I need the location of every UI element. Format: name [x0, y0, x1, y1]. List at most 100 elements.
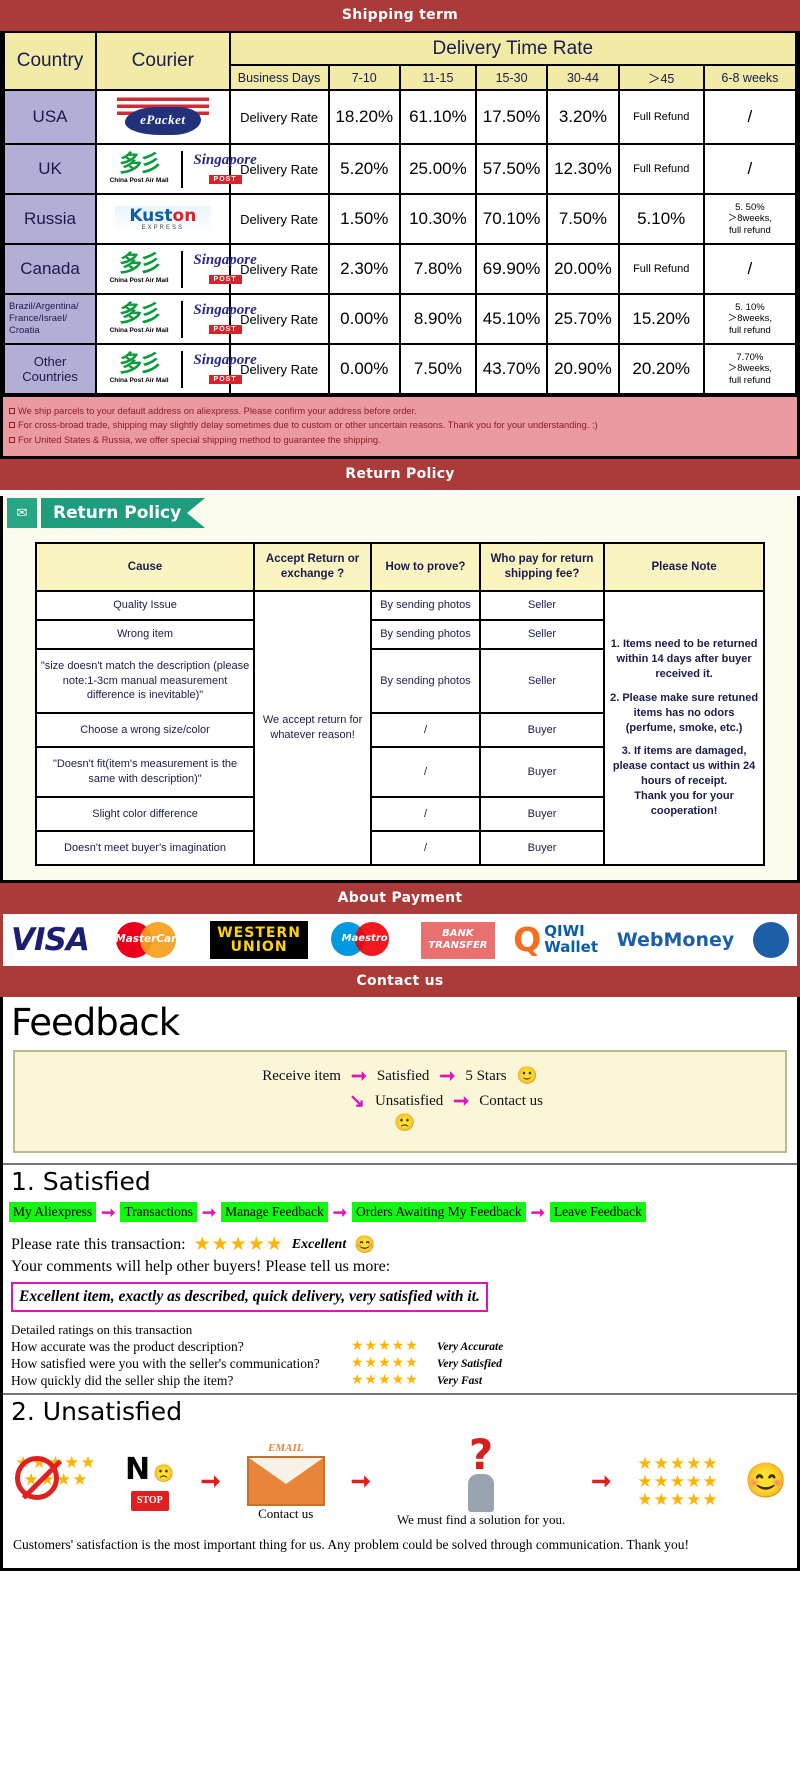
cell-value: 25.70%	[546, 293, 620, 345]
cell-value: 8.90%	[398, 293, 477, 345]
banner-shipping-term: Shipping term	[0, 0, 800, 31]
cell-value: Full Refund	[617, 243, 705, 295]
detail-question: How quickly did the seller ship the item…	[11, 1372, 234, 1388]
cell-value: 7.80%	[398, 243, 477, 295]
cell-who-pays: Seller	[479, 590, 605, 621]
subheader-over-45: ＞45	[617, 64, 705, 91]
shipping-table: Country Courier Delivery Time Rate Busin…	[2, 31, 798, 395]
star-rating-icon[interactable]: ★★★★★	[351, 1372, 437, 1389]
detail-question: How satisfied were you with the seller's…	[11, 1355, 320, 1371]
arrow-right-icon: ➞	[453, 1091, 470, 1112]
cell-value: 3.20%	[546, 89, 620, 145]
detailed-ratings-heading: Detailed ratings on this transaction	[11, 1322, 193, 1338]
subheader-business-days: Business Days	[228, 64, 330, 91]
subheader-6-8-weeks: 6-8 weeks	[702, 64, 798, 91]
chain-step-my-aliexpress[interactable]: My Aliexpress	[9, 1202, 97, 1223]
cell-how-to-prove: /	[369, 830, 482, 866]
contact-us-group: EMAIL Contact us	[246, 1442, 325, 1522]
cell-cause: Choose a wrong size/color	[34, 712, 256, 749]
bullet-square-icon	[9, 436, 15, 443]
cell-value: 69.90%	[474, 243, 549, 295]
detail-question: How accurate was the product description…	[11, 1338, 244, 1354]
ribbon-tip	[187, 498, 206, 529]
china-post-logo-icon: 多彡 China Post Air Mail	[109, 151, 169, 184]
shipping-note: For United States & Russia, we offer spe…	[9, 433, 791, 447]
cell-value: 7.70% ＞8weeks, full refund	[702, 343, 798, 395]
cell-who-pays: Buyer	[479, 796, 605, 832]
arrow-right-icon: ➞	[591, 1468, 612, 1496]
flow-satisfied: Satisfied	[376, 1067, 430, 1084]
banner-contact-us: Contact us	[0, 966, 800, 997]
prohibition-icon	[15, 1456, 59, 1501]
bank-transfer-logo-icon: BANK TRANSFER	[421, 921, 495, 959]
detail-rating-row: How accurate was the product description…	[3, 1338, 797, 1355]
star-rating-icon: ★★★★★	[637, 1454, 719, 1474]
cell-who-pays: Buyer	[479, 830, 605, 866]
cell-value: 20.20%	[617, 343, 705, 395]
cell-how-to-prove: /	[369, 796, 482, 832]
arrow-right-icon: ➞	[530, 1202, 545, 1222]
envelope-icon: ✉	[7, 498, 37, 529]
return-policy-table: Cause Accept Return or exchange ? How to…	[34, 542, 766, 866]
cell-value: 25.00%	[398, 143, 477, 195]
cell-cause: "size doesn't match the description (ple…	[34, 647, 256, 715]
shipping-note-text: For United States & Russia, we offer spe…	[18, 434, 381, 445]
feedback-title: Feedback	[11, 1001, 180, 1044]
chain-step-leave-feedback[interactable]: Leave Feedback	[549, 1202, 646, 1223]
mastercard-label: MasterCard	[115, 933, 184, 945]
shipping-note-text: For cross-broad trade, shipping may slig…	[18, 420, 598, 431]
cell-value: 5. 10% ＞8weeks, full refund	[702, 293, 798, 345]
cell-value: 2.30%	[327, 243, 401, 295]
cell-cause: Doesn't meet buyer's imagination	[34, 830, 256, 866]
star-rating-icon[interactable]: ★★★★★	[351, 1355, 437, 1372]
cell-cause: "Doesn't fit(item's measurement is the s…	[34, 746, 256, 798]
mastercard-logo-icon: MasterCard	[108, 920, 192, 960]
bank-line2: TRANSFER	[428, 940, 488, 951]
cell-how-to-prove: By sending photos	[369, 647, 482, 715]
cell-country: Russia	[2, 193, 98, 245]
feedback-flow-box: Receive item ➞ Satisfied ➞ 5 Stars 🙂 ↘ U…	[13, 1050, 787, 1153]
cell-courier: ePacket	[95, 89, 231, 145]
cell-value: 15.20%	[617, 293, 705, 345]
cell-country: USA	[2, 89, 98, 145]
return-note: 1. Items need to be returned within 14 d…	[610, 638, 758, 681]
shipping-note: We ship parcels to your default address …	[9, 404, 791, 418]
qiwi-line2: Wallet	[544, 938, 599, 956]
detail-value: Very Satisfied	[437, 1357, 502, 1370]
detail-rating-row: How satisfied were you with the seller's…	[3, 1355, 797, 1372]
solution-group: ? We must find a solution for you.	[397, 1434, 565, 1528]
return-policy-section: ✉ Return Policy Cause Accept Return or e…	[0, 496, 800, 883]
header-delivery-time-rate: Delivery Time Rate	[228, 31, 798, 66]
closing-statement: Customers' satisfaction is the most impo…	[13, 1537, 689, 1553]
payment-method-bank-transfer: BANK TRANSFER	[421, 921, 495, 959]
chain-step-orders-awaiting[interactable]: Orders Awaiting My Feedback	[351, 1202, 526, 1223]
payment-method-maestro: Maestro	[327, 921, 403, 959]
cell-value: Full Refund	[617, 143, 705, 195]
bullet-square-icon	[9, 408, 15, 414]
table-row: Brazil/Argentina/France/Israel/Croatia 多…	[2, 293, 798, 345]
return-note: 2. Please make sure retuned items has no…	[610, 691, 759, 734]
chain-step-manage-feedback[interactable]: Manage Feedback	[221, 1202, 328, 1223]
cell-value: 57.50%	[474, 143, 549, 195]
western-union-logo-icon: WESTERN UNION	[210, 921, 308, 959]
epacket-logo-icon: ePacket	[116, 95, 209, 139]
comment-prompt: Your comments will help other buyers! Pl…	[11, 1258, 391, 1276]
star-rating-icon[interactable]: ★★★★★	[194, 1233, 284, 1256]
shipping-note: For cross-broad trade, shipping may slig…	[9, 418, 791, 432]
header-courier: Courier	[95, 31, 231, 91]
cell-value: 10.30%	[398, 193, 477, 245]
cell-value: /	[702, 89, 798, 145]
person-icon	[468, 1473, 495, 1512]
flow-contact-us: Contact us	[479, 1093, 543, 1109]
arrow-right-icon: ➞	[332, 1202, 347, 1222]
banner-return-policy: Return Policy	[0, 459, 800, 491]
arrow-right-icon: ➞	[201, 1202, 217, 1222]
return-policy-ribbon-label: Return Policy	[41, 498, 188, 529]
chain-step-transactions[interactable]: Transactions	[120, 1202, 197, 1223]
star-rating-icon[interactable]: ★★★★★	[351, 1338, 437, 1355]
maestro-logo-icon: Maestro	[327, 921, 403, 959]
sad-face-icon: 🙁	[153, 1464, 175, 1484]
cell-cause: Wrong item	[34, 618, 256, 650]
header-please-note: Please Note	[602, 542, 766, 593]
cell-value: 1.50%	[327, 193, 401, 245]
